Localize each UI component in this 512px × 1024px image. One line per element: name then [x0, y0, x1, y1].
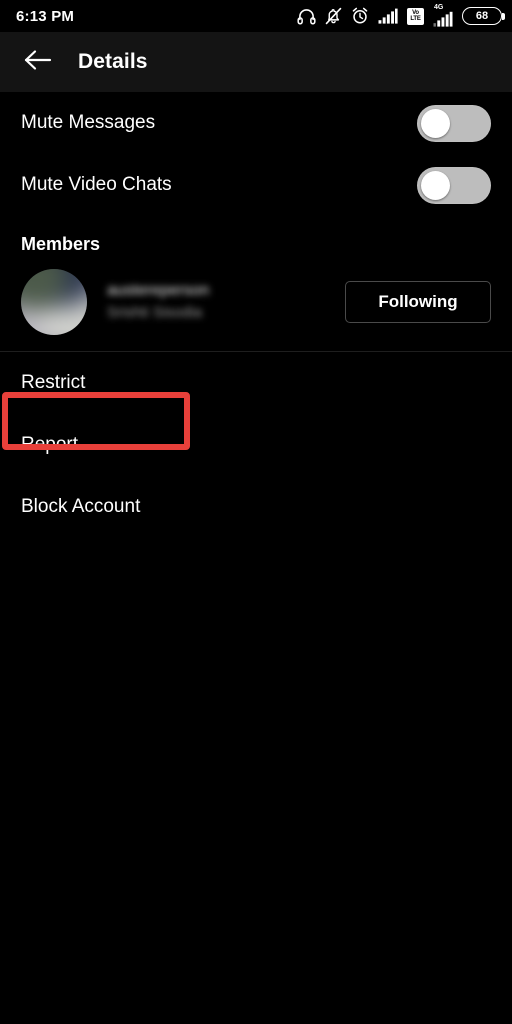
toggle-mute-video-chats[interactable] — [417, 166, 491, 204]
notifications-muted-icon — [325, 7, 342, 25]
toggle-knob — [421, 170, 450, 200]
following-button[interactable]: Following — [345, 281, 491, 323]
signal-bars-icon — [378, 8, 398, 24]
avatar[interactable] — [21, 269, 87, 335]
battery-icon: 68 — [462, 7, 505, 25]
back-arrow-icon — [24, 49, 52, 76]
volte-line-2: LTE — [410, 16, 421, 22]
back-button[interactable] — [16, 40, 60, 84]
headphones-icon — [297, 8, 316, 25]
avatar-image-blurred — [21, 269, 87, 335]
setting-label-mute-messages: Mute Messages — [21, 112, 156, 133]
status-bar-icons: Vo LTE 4G 68 — [297, 4, 505, 27]
app-bar: Details — [0, 32, 512, 92]
action-label-block-account: Block Account — [21, 496, 141, 517]
details-content: Mute Messages Mute Video Chats Members a… — [0, 92, 512, 538]
action-block-account[interactable]: Block Account — [0, 476, 512, 538]
page-title: Details — [78, 50, 148, 73]
action-label-report: Report… — [21, 434, 98, 455]
member-username: austereperson — [107, 282, 210, 300]
members-heading: Members — [21, 234, 101, 254]
toggle-mute-messages[interactable] — [417, 104, 491, 142]
member-display-name: Srishti Sisodia — [107, 304, 203, 322]
setting-row-mute-video-chats[interactable]: Mute Video Chats — [0, 154, 512, 216]
setting-row-mute-messages[interactable]: Mute Messages — [0, 92, 512, 154]
setting-label-mute-video-chats: Mute Video Chats — [21, 174, 172, 195]
member-list-item[interactable]: austereperson Srishti Sisodia Following — [0, 263, 512, 341]
action-label-restrict: Restrict — [21, 372, 86, 393]
status-bar: 6:13 PM Vo LTE 4G 68 — [0, 0, 512, 32]
mobile-data-4g-icon: 4G — [433, 4, 453, 27]
battery-level-label: 68 — [475, 9, 489, 22]
network-generation-label: 4G — [434, 4, 444, 11]
action-report[interactable]: Report… — [0, 414, 512, 476]
status-bar-clock: 6:13 PM — [16, 7, 75, 25]
action-restrict[interactable]: Restrict — [0, 352, 512, 414]
toggle-knob — [421, 108, 450, 138]
member-text-block: austereperson Srishti Sisodia — [107, 282, 345, 322]
alarm-clock-icon — [351, 7, 369, 25]
volte-icon: Vo LTE — [407, 7, 424, 25]
